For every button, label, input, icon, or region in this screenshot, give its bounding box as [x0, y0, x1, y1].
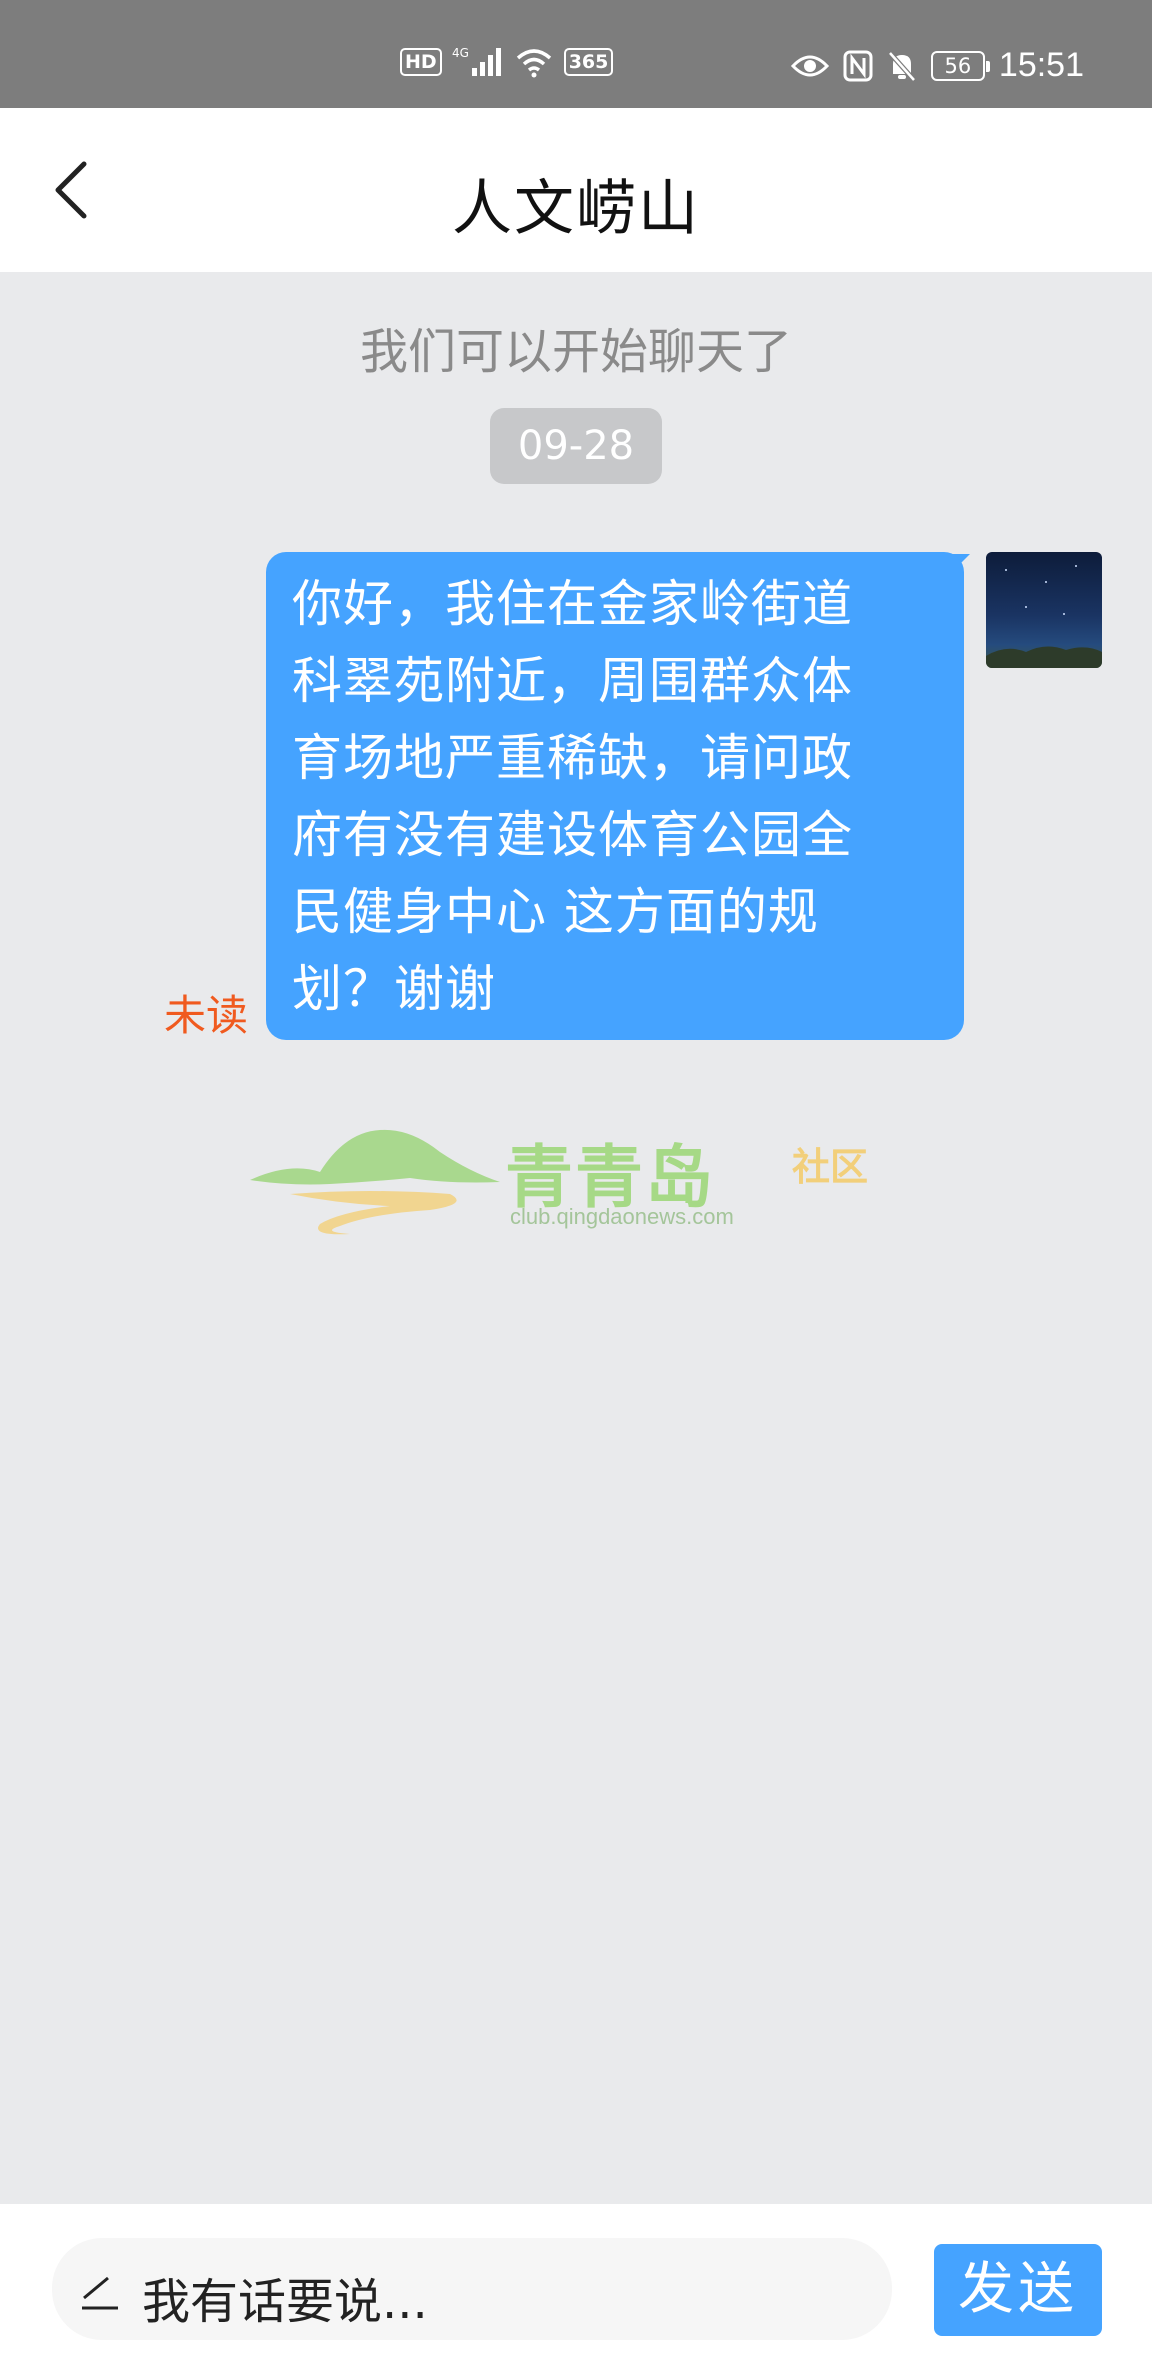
- starry-sky-avatar-image: [986, 565, 1102, 668]
- message-line: 民健身中心 这方面的规: [292, 883, 819, 941]
- avatar[interactable]: [986, 552, 1102, 668]
- network-type-label: 4G: [452, 46, 469, 60]
- message-bubble[interactable]: 你好，我住在金家岭街道 科翠苑附近，周围群众体 育场地严重稀缺，请问政 府有没有…: [266, 552, 964, 1040]
- battery-icon: 56: [930, 50, 990, 81]
- message-line: 划？谢谢: [292, 960, 496, 1018]
- message-line: 你好，我住在金家岭街道: [292, 575, 853, 633]
- message-line: 府有没有建设体育公园全: [292, 806, 853, 864]
- mute-bell-icon: [888, 50, 916, 82]
- input-bar: 我有话要说... 发送: [0, 2204, 1152, 2376]
- status-time: 15:51: [998, 46, 1084, 84]
- send-button[interactable]: 发送: [934, 2244, 1102, 2336]
- calendar-365-icon: 365: [563, 48, 614, 76]
- status-right: 56 15:51: [790, 46, 1084, 85]
- chat-header: 人文崂山: [0, 108, 1152, 272]
- hd-badge: HD: [400, 48, 442, 76]
- status-bar: HD 4G 365 56 15:51: [0, 0, 1152, 108]
- unread-status: 未读: [164, 991, 249, 1040]
- page-title: 人文崂山: [452, 174, 700, 244]
- watermark-url: club.qingdaonews.com: [510, 1204, 734, 1229]
- watermark-suffix: 社区: [792, 1145, 869, 1189]
- watermark: 青青岛 社区 club.qingdaonews.com: [250, 1122, 890, 1242]
- date-divider: 09-28: [490, 408, 662, 484]
- nfc-icon: [843, 50, 873, 81]
- network-indicators: HD 4G 365: [400, 46, 614, 78]
- message-line: 科翠苑附近，周围群众体: [292, 652, 853, 710]
- input-placeholder: 我有话要说...: [142, 2274, 428, 2330]
- cellular-signal-icon: 4G: [452, 46, 501, 76]
- wifi-icon: [516, 49, 551, 78]
- mountain-logo-icon: [250, 1129, 500, 1235]
- message-input[interactable]: 我有话要说...: [52, 2238, 892, 2340]
- eye-icon: [790, 55, 829, 76]
- system-note: 我们可以开始聊天了: [359, 324, 792, 380]
- chat-area[interactable]: 我们可以开始聊天了 09-28 你好，我住在金家岭街道 科翠苑附近，周围群众体 …: [0, 272, 1152, 2204]
- message-line: 育场地严重稀缺，请问政: [292, 729, 853, 787]
- pencil-icon: [82, 2276, 118, 2310]
